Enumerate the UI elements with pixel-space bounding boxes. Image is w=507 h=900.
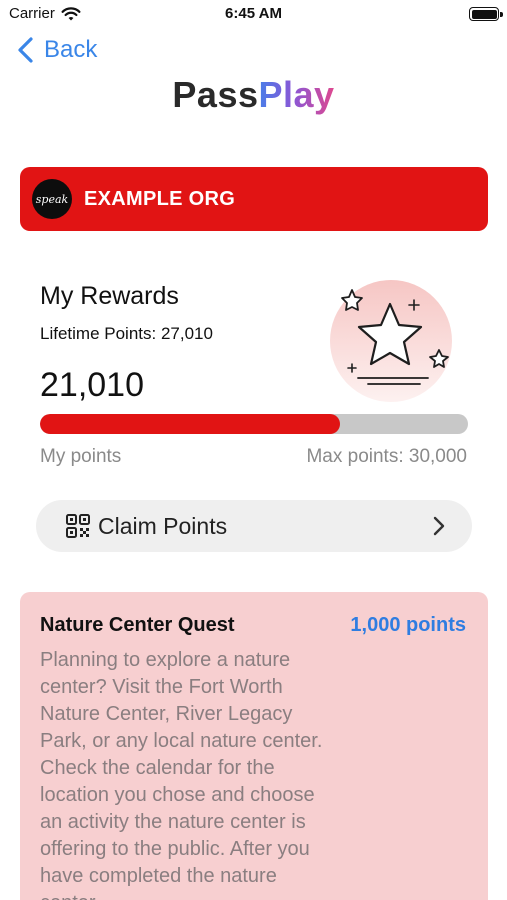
points-progress-bar — [40, 414, 468, 434]
battery-icon — [469, 7, 503, 21]
org-logo: speak — [32, 179, 72, 219]
logo-pass: Pass — [172, 74, 259, 115]
status-bar: Carrier 6:45 AM — [0, 0, 507, 30]
max-points-label: Max points: 30,000 — [306, 446, 467, 467]
logo-play: Play — [258, 74, 335, 115]
org-banner[interactable]: speak EXAMPLE ORG — [20, 167, 488, 231]
claim-points-label: Claim Points — [98, 512, 228, 539]
qr-code-icon — [66, 514, 90, 538]
lifetime-points: Lifetime Points: 27,010 — [40, 324, 213, 343]
points-progress-fill — [40, 414, 340, 434]
back-label: Back — [44, 36, 98, 63]
rewards-title: My Rewards — [40, 282, 179, 310]
org-name: EXAMPLE ORG — [84, 187, 236, 210]
back-button[interactable]: Back — [16, 36, 97, 64]
quest-card[interactable]: Nature Center Quest 1,000 points Plannin… — [20, 592, 488, 900]
quest-points: 1,000 points — [350, 614, 466, 636]
claim-points-button[interactable]: Claim Points — [36, 500, 472, 552]
clock: 6:45 AM — [225, 5, 282, 22]
star-badge-icon — [330, 280, 452, 402]
chevron-left-icon — [18, 37, 33, 63]
chevron-right-icon — [433, 516, 445, 536]
quest-description: Planning to explore a nature center? Vis… — [40, 649, 323, 900]
current-points: 21,010 — [40, 366, 144, 404]
quest-title: Nature Center Quest — [40, 614, 235, 636]
my-points-label: My points — [40, 446, 122, 467]
passplay-logo: PassPlay — [0, 74, 507, 116]
